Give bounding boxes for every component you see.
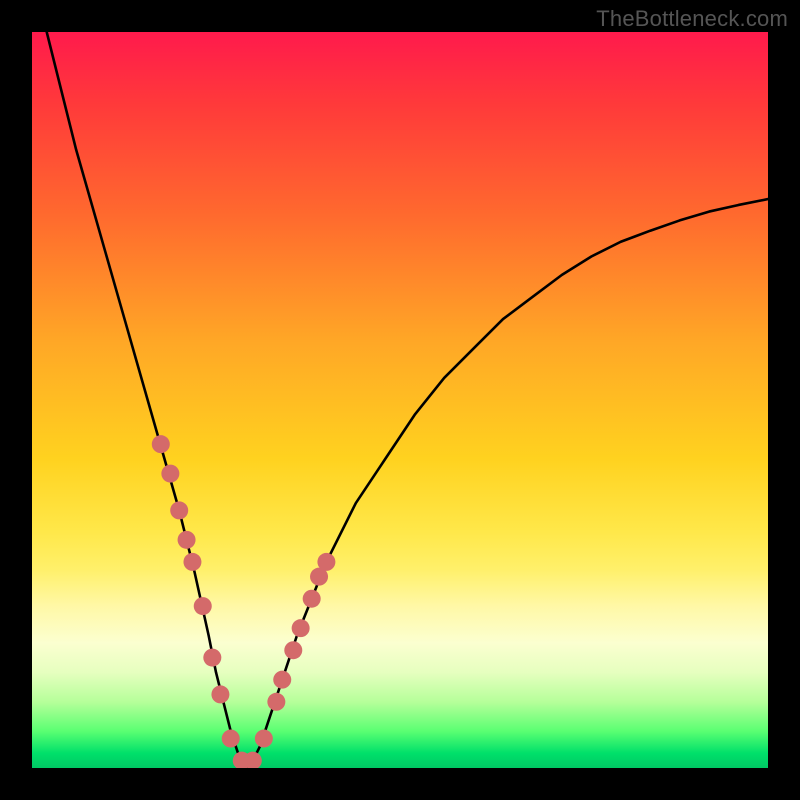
chart-frame: TheBottleneck.com: [0, 0, 800, 800]
highlight-dot: [152, 435, 170, 453]
highlight-dot: [284, 641, 302, 659]
highlight-dot: [178, 531, 196, 549]
highlight-dot: [273, 671, 291, 689]
plot-area: [32, 32, 768, 768]
highlight-dot: [194, 597, 212, 615]
highlight-dot: [161, 465, 179, 483]
bottleneck-curve: [47, 32, 768, 768]
highlight-dot: [303, 590, 321, 608]
highlight-dot: [267, 693, 285, 711]
highlight-dot: [211, 685, 229, 703]
highlight-dot: [317, 553, 335, 571]
curve-layer: [32, 32, 768, 768]
watermark-text: TheBottleneck.com: [596, 6, 788, 32]
highlight-dot: [222, 730, 240, 748]
highlight-dot: [170, 501, 188, 519]
highlight-dot: [292, 619, 310, 637]
highlight-dot: [255, 730, 273, 748]
highlight-dot: [203, 649, 221, 667]
highlight-dot: [183, 553, 201, 571]
